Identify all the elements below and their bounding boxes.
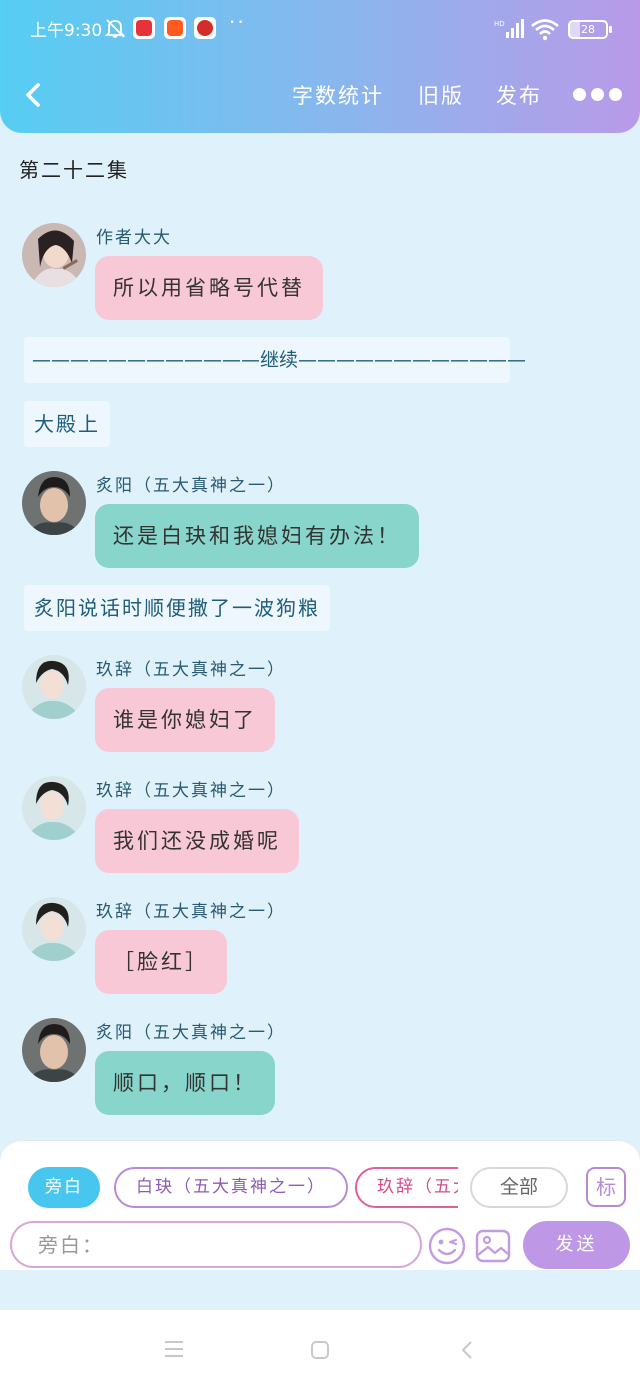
more-dots-icon[interactable]	[573, 87, 623, 103]
svg-text:HD: HD	[494, 20, 505, 28]
send-button[interactable]: 发送	[523, 1221, 630, 1269]
status-dots: ··	[229, 10, 246, 34]
speaker-name: 玖辞（五大真神之一）	[96, 781, 286, 801]
composer-panel: 旁白 白玦（五大真神之一） 玖辞（五大真神之一） 全部 标 发送	[0, 1140, 640, 1270]
menu-icon[interactable]	[164, 1340, 184, 1358]
speaker-name: 炙阳（五大真神之一）	[96, 1023, 286, 1043]
role-chips[interactable]: 旁白 白玦（五大真神之一） 玖辞（五大真神之一）	[28, 1167, 458, 1209]
emoji-wink-icon[interactable]	[427, 1226, 467, 1266]
message-input[interactable]	[10, 1221, 422, 1268]
chevron-left-icon[interactable]	[20, 78, 48, 112]
all-roles-button[interactable]: 全部	[470, 1167, 568, 1208]
news-app-icon	[194, 17, 216, 39]
message-bubble[interactable]: 还是白玦和我媳妇有办法！	[95, 504, 419, 568]
narration-divider[interactable]: ————————————继续————————————	[24, 337, 526, 383]
video-app-icon	[133, 17, 155, 39]
chat-area[interactable]: 第二十二集 作者大大 所以用省略号代替 ————————————继续——————…	[0, 110, 640, 1310]
narration[interactable]: 大殿上	[24, 401, 110, 447]
battery-icon: 28	[568, 20, 612, 39]
message-bubble[interactable]: ［脸红］	[95, 930, 227, 994]
back-icon[interactable]	[460, 1340, 474, 1360]
mark-button[interactable]: 标	[586, 1167, 626, 1207]
home-icon[interactable]	[310, 1340, 330, 1360]
role-chip-narrator[interactable]: 旁白	[28, 1167, 100, 1208]
battery-percent: 28	[581, 23, 595, 36]
narration[interactable]: 炙阳说话时顺便撒了一波狗粮	[24, 585, 330, 631]
avatar[interactable]	[22, 897, 86, 961]
system-nav-bar	[0, 1310, 640, 1387]
status-time: 上午9:30	[30, 21, 103, 41]
nav-bar: 字数统计 旧版 发布	[0, 60, 640, 132]
avatar[interactable]	[22, 1018, 86, 1082]
speaker-name: 玖辞（五大真神之一）	[96, 660, 286, 680]
word-count-button[interactable]: 字数统计	[292, 80, 384, 110]
publish-button[interactable]: 发布	[496, 80, 542, 110]
message-bubble[interactable]: 我们还没成婚呢	[95, 809, 299, 873]
wifi-icon	[531, 19, 559, 41]
message-bubble[interactable]: 所以用省略号代替	[95, 256, 323, 320]
speaker-name: 炙阳（五大真神之一）	[96, 476, 286, 496]
speaker-name: 玖辞（五大真神之一）	[96, 902, 286, 922]
avatar[interactable]	[22, 223, 86, 287]
muted-bell-icon	[104, 19, 126, 38]
speaker-name: 作者大大	[96, 228, 172, 248]
avatar[interactable]	[22, 471, 86, 535]
message-bubble[interactable]: 谁是你媳妇了	[95, 688, 275, 752]
avatar[interactable]	[22, 776, 86, 840]
hd-signal-icon: HD	[494, 19, 524, 38]
status-bar: 上午9:30 ·· HD 28	[0, 0, 640, 60]
app-header: 上午9:30 ·· HD 28 字数统计 旧版 发布	[0, 0, 640, 133]
role-chip-jiuci[interactable]: 玖辞（五大真神之一）	[355, 1167, 458, 1208]
old-version-button[interactable]: 旧版	[418, 80, 464, 110]
avatar[interactable]	[22, 655, 86, 719]
episode-title: 第二十二集	[19, 158, 129, 182]
message-bubble[interactable]: 顺口，顺口！	[95, 1051, 275, 1115]
image-icon[interactable]	[474, 1227, 512, 1265]
kuaishou-app-icon	[164, 17, 186, 39]
role-chip-baijue[interactable]: 白玦（五大真神之一）	[114, 1167, 348, 1208]
